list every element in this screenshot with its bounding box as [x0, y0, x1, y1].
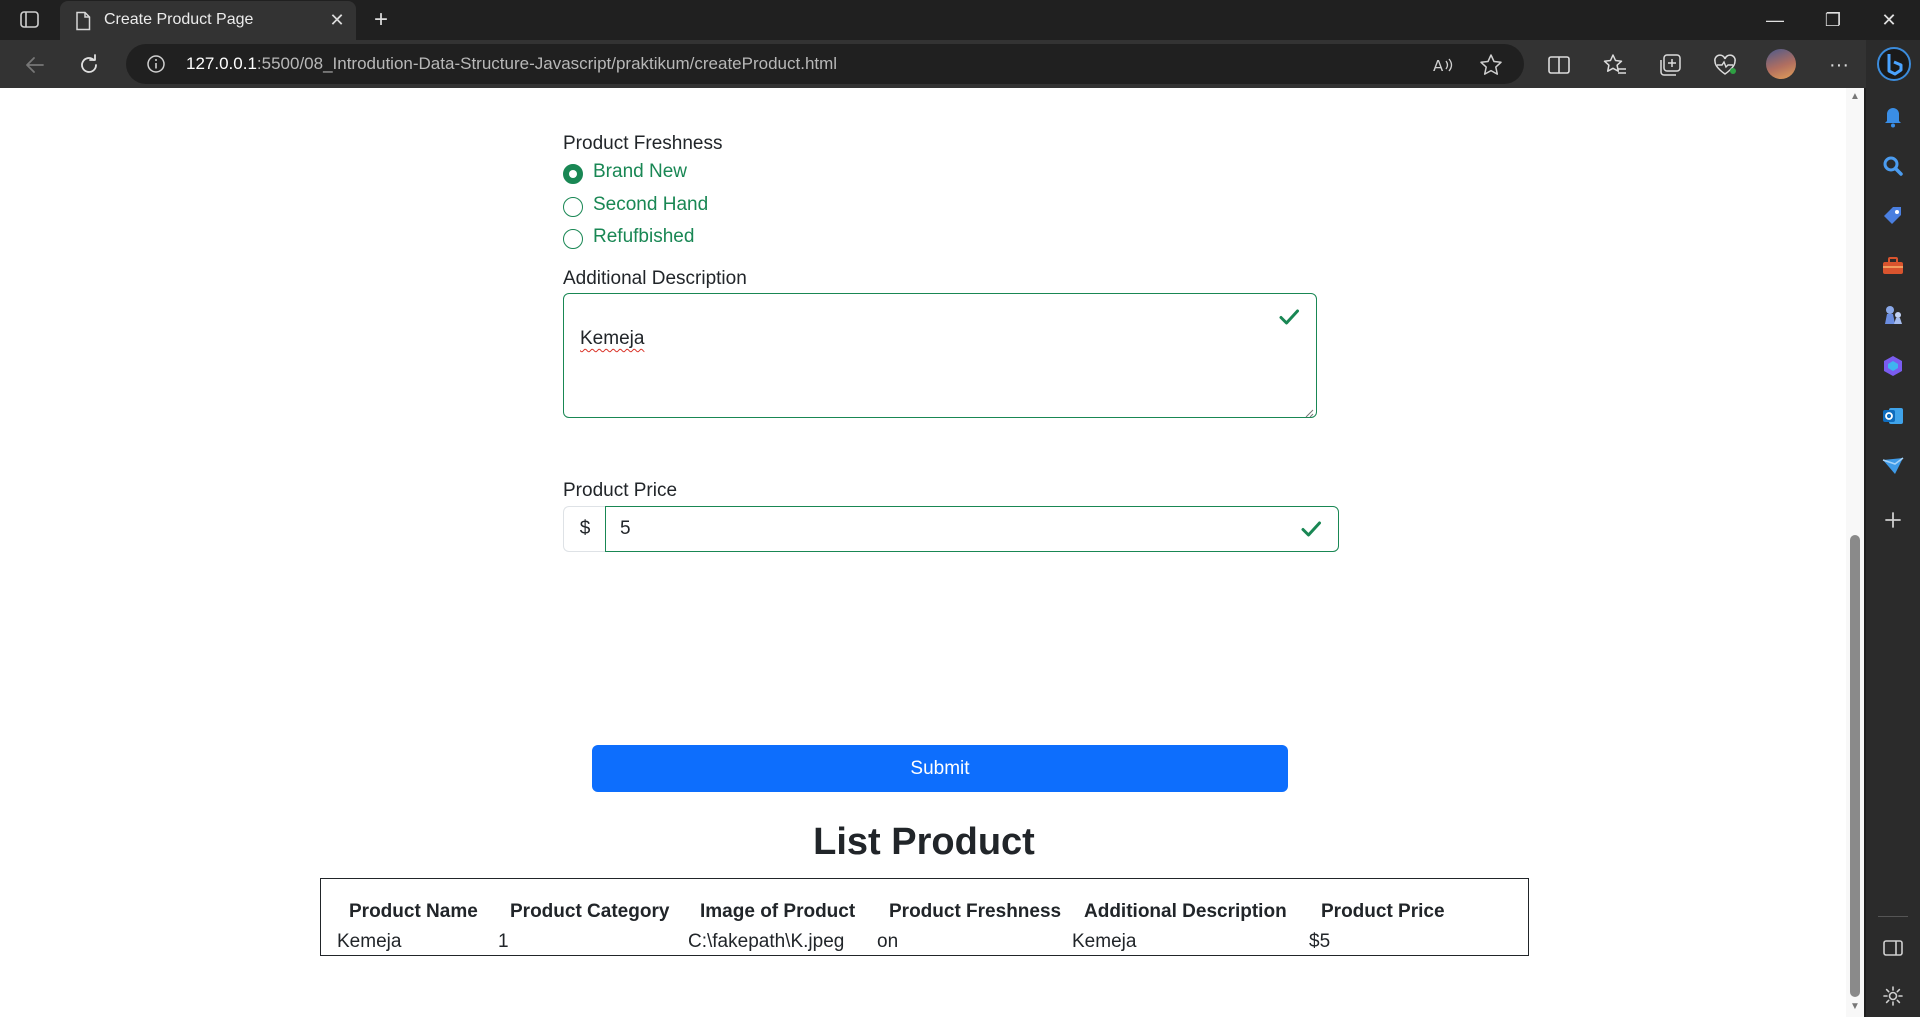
svg-text:A: A — [1433, 57, 1444, 75]
valid-check-icon — [1300, 518, 1322, 540]
freshness-label: Product Freshness — [563, 133, 723, 154]
outlook-icon[interactable] — [1879, 402, 1907, 430]
valid-check-icon — [1278, 306, 1300, 328]
table-header: Product Price — [1321, 901, 1445, 922]
more-options-icon[interactable]: ··· — [1826, 52, 1852, 78]
table-header: Product Category — [510, 901, 670, 922]
submit-button[interactable]: Submit — [592, 745, 1288, 792]
tab-title: Create Product Page — [104, 11, 254, 28]
radio-button[interactable] — [563, 229, 583, 249]
read-aloud-icon[interactable]: A — [1430, 52, 1456, 78]
drop-icon[interactable] — [1879, 452, 1907, 480]
address-bar[interactable]: 127.0.0.1:5500/08_Introdution-Data-Struc… — [126, 44, 1524, 84]
favorites-icon[interactable] — [1602, 52, 1628, 78]
radio-label[interactable]: Second Hand — [593, 194, 708, 216]
url-text[interactable]: 127.0.0.1:5500/08_Introdution-Data-Struc… — [186, 54, 837, 74]
bell-icon[interactable] — [1879, 102, 1907, 130]
tab-create-product-page[interactable]: Create Product Page ✕ — [60, 1, 356, 40]
table-header: Image of Product — [700, 901, 856, 922]
page-icon — [74, 11, 92, 31]
search-icon[interactable] — [1879, 152, 1907, 180]
shopping-tag-icon[interactable] — [1879, 202, 1907, 230]
close-tab-icon[interactable]: ✕ — [326, 9, 348, 31]
copilot-icon[interactable] — [1876, 44, 1912, 84]
product-table: Product Name Product Category Image of P… — [320, 878, 1529, 956]
url-host: 127.0.0.1 — [186, 54, 257, 73]
page-edge — [1864, 88, 1866, 1017]
minimize-button[interactable]: — — [1748, 0, 1802, 40]
toolbox-icon[interactable] — [1879, 252, 1907, 280]
table-header: Additional Description — [1084, 901, 1287, 922]
scrollbar-thumb[interactable] — [1850, 535, 1860, 997]
edge-sidebar — [1866, 40, 1920, 1017]
heart-pulse-icon[interactable] — [1712, 52, 1738, 78]
table-cell: Kemeja — [337, 931, 402, 952]
table-header: Product Name — [349, 901, 478, 922]
new-tab-button[interactable]: + — [368, 7, 394, 33]
url-path: :5500/08_Introdution-Data-Structure-Java… — [256, 54, 838, 73]
table-cell: C:\fakepath\K.jpeg — [688, 931, 845, 952]
settings-icon[interactable] — [1879, 982, 1907, 1010]
description-value: Kemeja — [580, 328, 645, 349]
split-screen-icon[interactable] — [1546, 52, 1572, 78]
table-header: Product Freshness — [889, 901, 1062, 922]
back-arrow-icon[interactable] — [20, 50, 50, 80]
browser-toolbar: 127.0.0.1:5500/08_Introdution-Data-Struc… — [0, 40, 1920, 88]
radio-button[interactable] — [563, 197, 583, 217]
table-cell: on — [877, 931, 899, 952]
page-content: Product Freshness Brand New Second Hand … — [0, 88, 1864, 1017]
price-label: Product Price — [563, 480, 678, 501]
office-icon[interactable] — [1879, 352, 1907, 380]
refresh-icon[interactable] — [74, 50, 104, 80]
info-icon[interactable] — [146, 54, 166, 74]
games-icon[interactable] — [1879, 302, 1907, 330]
radio-label[interactable]: Brand New — [593, 161, 687, 183]
collections-icon[interactable] — [1657, 52, 1683, 78]
title-bar: Create Product Page ✕ + — ❐ ✕ — [0, 0, 1920, 40]
table-cell: 1 — [498, 931, 509, 952]
radio-button[interactable] — [563, 164, 583, 184]
radio-label[interactable]: Refufbished — [593, 226, 694, 248]
table-cell: Kemeja — [1072, 931, 1137, 952]
sidebar-toggle-icon[interactable] — [1879, 934, 1907, 962]
scroll-down-arrow-icon[interactable]: ▼ — [1850, 1002, 1860, 1012]
page-scrollbar[interactable]: ▲ ▼ — [1846, 88, 1864, 1017]
sidebar-divider — [1878, 916, 1908, 917]
tab-actions-icon[interactable] — [18, 9, 42, 31]
close-window-button[interactable]: ✕ — [1862, 0, 1916, 40]
list-title: List Product — [813, 821, 1035, 863]
description-textarea[interactable]: Kemeja — [563, 293, 1317, 418]
resize-grip-icon[interactable] — [1304, 405, 1314, 418]
restore-button[interactable]: ❐ — [1806, 0, 1860, 40]
price-currency-prefix: $ — [563, 506, 606, 552]
scroll-up-arrow-icon[interactable]: ▲ — [1850, 92, 1860, 102]
price-input[interactable]: 5 — [605, 506, 1339, 552]
star-icon[interactable] — [1478, 52, 1504, 78]
add-icon[interactable] — [1879, 506, 1907, 534]
price-value: 5 — [620, 518, 631, 539]
table-cell: $5 — [1309, 931, 1331, 952]
profile-avatar[interactable] — [1766, 49, 1796, 79]
description-label: Additional Description — [563, 268, 747, 289]
